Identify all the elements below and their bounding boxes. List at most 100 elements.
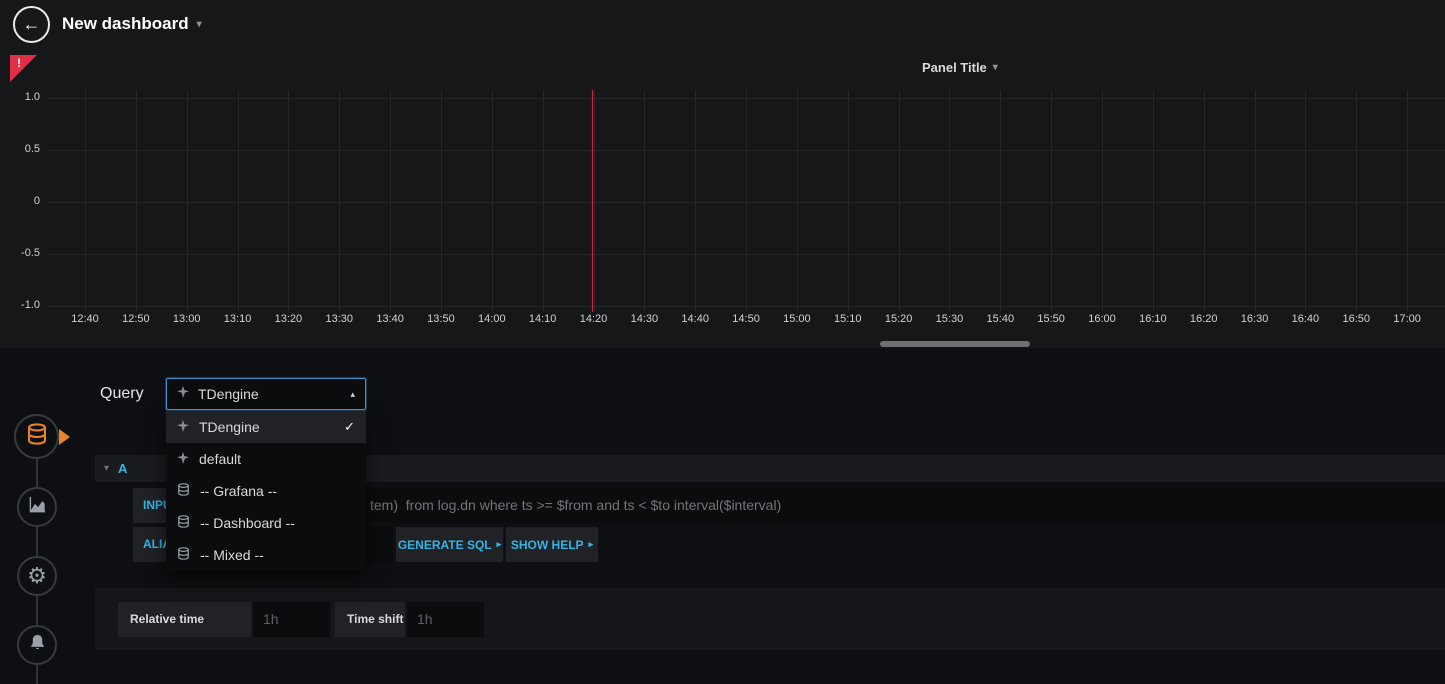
horizontal-scrollbar[interactable] (880, 341, 1030, 347)
query-section-label: Query (100, 385, 144, 403)
grid-vline (695, 90, 696, 312)
sql-text: tem) from log.dn where ts >= $from and t… (370, 488, 781, 523)
datasource-option-tdengine[interactable]: TDengine ✓ (166, 411, 366, 443)
option-label: default (199, 451, 241, 467)
x-axis-tick-label: 13:50 (416, 313, 466, 325)
database-icon (177, 483, 190, 499)
x-axis-tick-label: 14:00 (467, 313, 517, 325)
x-axis-tick-label: 12:50 (111, 313, 161, 325)
option-label: TDengine (199, 419, 260, 435)
query-ref-letter: A (118, 461, 127, 476)
grid-vline (492, 90, 493, 312)
database-icon (177, 547, 190, 563)
graph-panel: ! Panel Title ▾ 12:4012:5013:0013:1013:2… (0, 50, 1445, 348)
grid-vline (339, 90, 340, 312)
grid-vline (441, 90, 442, 312)
generate-sql-label: GENERATE SQL (398, 538, 492, 552)
grid-vline (1000, 90, 1001, 312)
grid-vline (85, 90, 86, 312)
grid-vline (746, 90, 747, 312)
grid-vline (1305, 90, 1306, 312)
x-axis-tick-label: 14:10 (518, 313, 568, 325)
graph-icon (28, 495, 47, 519)
grid-hline (48, 150, 1445, 151)
time-shift-input[interactable]: 1h (407, 602, 484, 637)
datasource-option-dashboard[interactable]: -- Dashboard -- (166, 507, 366, 539)
y-axis-tick-label: -1.0 (0, 299, 40, 311)
grid-vline (644, 90, 645, 312)
chevron-right-icon: ▸ (589, 539, 594, 550)
x-axis-tick-label: 16:40 (1280, 313, 1330, 325)
annotation-line (592, 90, 593, 312)
grid-vline (899, 90, 900, 312)
relative-time-label: Relative time (118, 602, 251, 637)
grid-vline (1051, 90, 1052, 312)
option-label: -- Mixed -- (200, 547, 264, 563)
datasource-select[interactable]: TDengine ▴ (166, 378, 366, 410)
x-axis-tick-label: 15:30 (924, 313, 974, 325)
grid-vline (238, 90, 239, 312)
dashboard-title: New dashboard (62, 14, 189, 34)
grid-vline (187, 90, 188, 312)
back-button[interactable]: ← (13, 6, 50, 43)
grid-vline (797, 90, 798, 312)
grid-vline (288, 90, 289, 312)
tab-general[interactable]: ⚙ (17, 556, 57, 596)
tab-queries[interactable] (14, 414, 59, 459)
grid-vline (594, 90, 595, 312)
x-axis-tick-label: 16:10 (1128, 313, 1178, 325)
x-axis-tick-label: 14:30 (619, 313, 669, 325)
datasource-option-grafana[interactable]: -- Grafana -- (166, 475, 366, 507)
x-axis-tick-label: 16:00 (1077, 313, 1127, 325)
x-axis-tick-label: 12:40 (60, 313, 110, 325)
grafana-edit-page: ← New dashboard ▾ ! Panel Title ▾ 12:401… (0, 0, 1445, 684)
grid-vline (1255, 90, 1256, 312)
datasource-option-default[interactable]: default (166, 443, 366, 475)
active-tab-pointer (59, 429, 70, 445)
chevron-up-icon: ▴ (350, 389, 355, 400)
check-icon: ✓ (344, 419, 355, 435)
plot-area: 12:4012:5013:0013:1013:2013:3013:4013:50… (0, 55, 1445, 341)
x-axis-tick-label: 14:40 (670, 313, 720, 325)
back-arrow-icon: ← (23, 14, 41, 35)
database-icon (177, 515, 190, 531)
grid-vline (136, 90, 137, 312)
time-shift-value: 1h (407, 602, 484, 637)
sql-input[interactable]: tem) from log.dn where ts >= $from and t… (245, 488, 1445, 523)
grid-vline (1356, 90, 1357, 312)
x-axis-tick-label: 14:20 (569, 313, 619, 325)
bell-icon (28, 633, 47, 657)
x-axis-tick-label: 13:20 (263, 313, 313, 325)
grid-hline (48, 202, 1445, 203)
x-axis-tick-label: 15:40 (975, 313, 1025, 325)
grid-vline (1102, 90, 1103, 312)
x-axis-tick-label: 17:00 (1382, 313, 1432, 325)
datasource-option-mixed[interactable]: -- Mixed -- (166, 539, 366, 571)
grid-vline (1153, 90, 1154, 312)
tab-visualization[interactable] (17, 487, 57, 527)
x-axis-tick-label: 16:20 (1179, 313, 1229, 325)
database-icon (26, 423, 48, 450)
x-axis-tick-label: 17:10 (1433, 313, 1445, 325)
grid-hline (48, 254, 1445, 255)
x-axis-tick-label: 15:00 (772, 313, 822, 325)
x-axis-tick-label: 13:00 (162, 313, 212, 325)
x-axis-tick-label: 16:50 (1331, 313, 1381, 325)
y-axis-tick-label: 1.0 (0, 91, 40, 103)
generate-sql-button[interactable]: GENERATE SQL ▸ (396, 527, 503, 562)
gear-icon: ⚙ (27, 565, 47, 587)
tab-alert[interactable] (17, 625, 57, 665)
collapse-chevron-icon: ▾ (104, 463, 109, 474)
show-help-button[interactable]: SHOW HELP ▸ (506, 527, 598, 562)
panel-editor: ⚙ Query TDengine ▴ ▾ A INPUT SQL (0, 348, 1445, 684)
y-axis-tick-label: -0.5 (0, 247, 40, 259)
grid-vline (949, 90, 950, 312)
relative-time-input[interactable]: 1h (253, 602, 330, 637)
top-header: ← New dashboard ▾ (0, 0, 1445, 50)
option-label: -- Grafana -- (200, 483, 277, 499)
x-axis-tick-label: 16:30 (1230, 313, 1280, 325)
option-label: -- Dashboard -- (200, 515, 295, 531)
dashboard-title-menu[interactable]: New dashboard ▾ (62, 14, 202, 34)
chevron-down-icon: ▾ (197, 19, 202, 30)
x-axis-tick-label: 15:50 (1026, 313, 1076, 325)
